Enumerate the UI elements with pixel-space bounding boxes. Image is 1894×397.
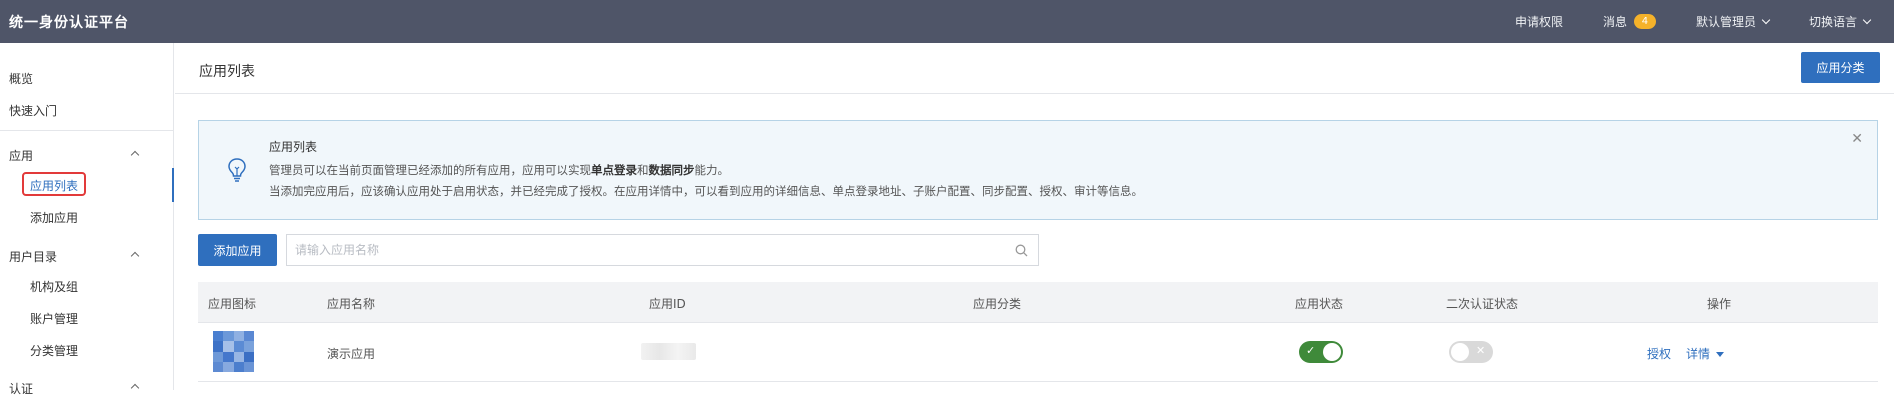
notice-bold-sync: 数据同步	[648, 163, 695, 177]
chevron-down-icon	[1761, 15, 1771, 24]
admin-label: 默认管理员	[1695, 15, 1756, 29]
add-app-button[interactable]: 添加应用	[198, 234, 277, 266]
column-header: 应用名称	[327, 297, 376, 311]
column-header: 二次认证状态	[1446, 297, 1519, 311]
search-icon[interactable]	[1015, 244, 1028, 260]
active-indicator	[172, 168, 174, 202]
check-icon: ✓	[1306, 344, 1316, 357]
messages-count-badge: 4	[1633, 14, 1656, 29]
column-header: 应用ID	[649, 297, 686, 311]
admin-menu[interactable]: 默认管理员	[1695, 13, 1771, 30]
chevron-down-icon	[1862, 15, 1872, 24]
search-box	[286, 234, 1039, 266]
sidebar-group-auth[interactable]: 认证	[9, 380, 140, 397]
notice-line-1: 管理员可以在当前页面管理已经添加的所有应用，应用可以实现单点登录和数据同步能力。	[269, 162, 729, 178]
sidebar-item-category-mgmt[interactable]: 分类管理	[30, 342, 78, 359]
lightbulb-icon	[227, 157, 247, 186]
column-header: 应用状态	[1295, 297, 1344, 311]
sidebar-item-quick-start[interactable]: 快速入门	[9, 102, 57, 119]
mfa-status-toggle[interactable]: ✕	[1449, 341, 1493, 363]
toggle-knob	[1451, 343, 1469, 361]
request-permission-link[interactable]: 申请权限	[1515, 13, 1563, 30]
column-header: 应用分类	[973, 297, 1022, 311]
language-menu[interactable]: 切换语言	[1808, 13, 1872, 30]
app-name: 演示应用	[327, 347, 376, 361]
sidebar-group-label: 用户目录	[9, 250, 58, 264]
top-bar: 统一身份认证平台 申请权限 消息 4 默认管理员 切换语言	[0, 0, 1894, 43]
details-label: 详情	[1686, 347, 1711, 361]
page-header: 应用列表 应用分类	[175, 43, 1894, 94]
sidebar-item-org-groups[interactable]: 机构及组	[30, 278, 78, 295]
sidebar-group-directory[interactable]: 用户目录	[9, 248, 140, 265]
x-icon: ✕	[1476, 344, 1486, 357]
chevron-up-icon	[130, 383, 140, 393]
column-header: 操作	[1707, 297, 1732, 311]
messages-label: 消息	[1602, 15, 1627, 29]
sidebar-group-apps[interactable]: 应用	[9, 147, 140, 164]
selection-highlight	[22, 172, 86, 196]
search-input[interactable]	[287, 235, 987, 265]
chevron-up-icon	[130, 150, 140, 160]
sidebar-group-label: 认证	[9, 382, 34, 396]
notice-title: 应用列表	[269, 140, 318, 154]
chevron-up-icon	[130, 251, 140, 261]
app-status-toggle[interactable]: ✓	[1299, 341, 1343, 363]
app-title: 统一身份认证平台	[9, 15, 129, 31]
notice-text: 能力。	[694, 163, 730, 177]
sidebar-item-overview[interactable]: 概览	[9, 70, 33, 87]
sidebar-divider	[0, 130, 173, 131]
main-content: 应用列表 应用分类 应用列表 管理员可以在当前页面管理已经添加的所有应用，应用可…	[175, 43, 1894, 390]
sidebar-item-account-mgmt[interactable]: 账户管理	[30, 310, 78, 327]
request-permission-label: 申请权限	[1514, 15, 1563, 29]
notice-text: 管理员可以在当前页面管理已经添加的所有应用，应用可以实现	[269, 163, 591, 177]
app-category-button[interactable]: 应用分类	[1801, 52, 1880, 83]
notice-text: 和	[637, 163, 649, 177]
language-label: 切换语言	[1808, 15, 1857, 29]
authorize-link[interactable]: 授权	[1647, 345, 1671, 362]
messages-link[interactable]: 消息 4	[1603, 13, 1656, 30]
toggle-knob	[1323, 343, 1341, 361]
column-header: 应用图标	[208, 297, 257, 311]
sidebar-group-label: 应用	[9, 149, 34, 163]
notice-line-2: 当添加完应用后，应该确认应用处于启用状态，并已经完成了授权。在应用详情中，可以看…	[269, 184, 1143, 198]
table-header: 应用图标 应用名称 应用ID 应用分类 应用状态 二次认证状态 操作	[198, 282, 1878, 323]
notice-bold-sso: 单点登录	[591, 163, 637, 177]
info-notice: 应用列表 管理员可以在当前页面管理已经添加的所有应用，应用可以实现单点登录和数据…	[198, 120, 1878, 220]
page-title: 应用列表	[199, 64, 255, 80]
app-id-redacted	[641, 343, 696, 360]
sidebar-item-add-app[interactable]: 添加应用	[30, 209, 78, 226]
top-nav: 申请权限 消息 4 默认管理员 切换语言	[1475, 0, 1872, 43]
details-dropdown[interactable]: 详情	[1686, 345, 1725, 362]
caret-down-icon	[1716, 352, 1725, 357]
table-row[interactable]: 演示应用 ✓ ✕ 授权 详情	[198, 324, 1878, 382]
app-icon	[213, 331, 254, 372]
sidebar: 概览 快速入门 应用 应用列表 添加应用 用户目录 机构及组 账户管理 分类管理…	[0, 43, 174, 396]
close-icon[interactable]: ✕	[1851, 131, 1863, 147]
